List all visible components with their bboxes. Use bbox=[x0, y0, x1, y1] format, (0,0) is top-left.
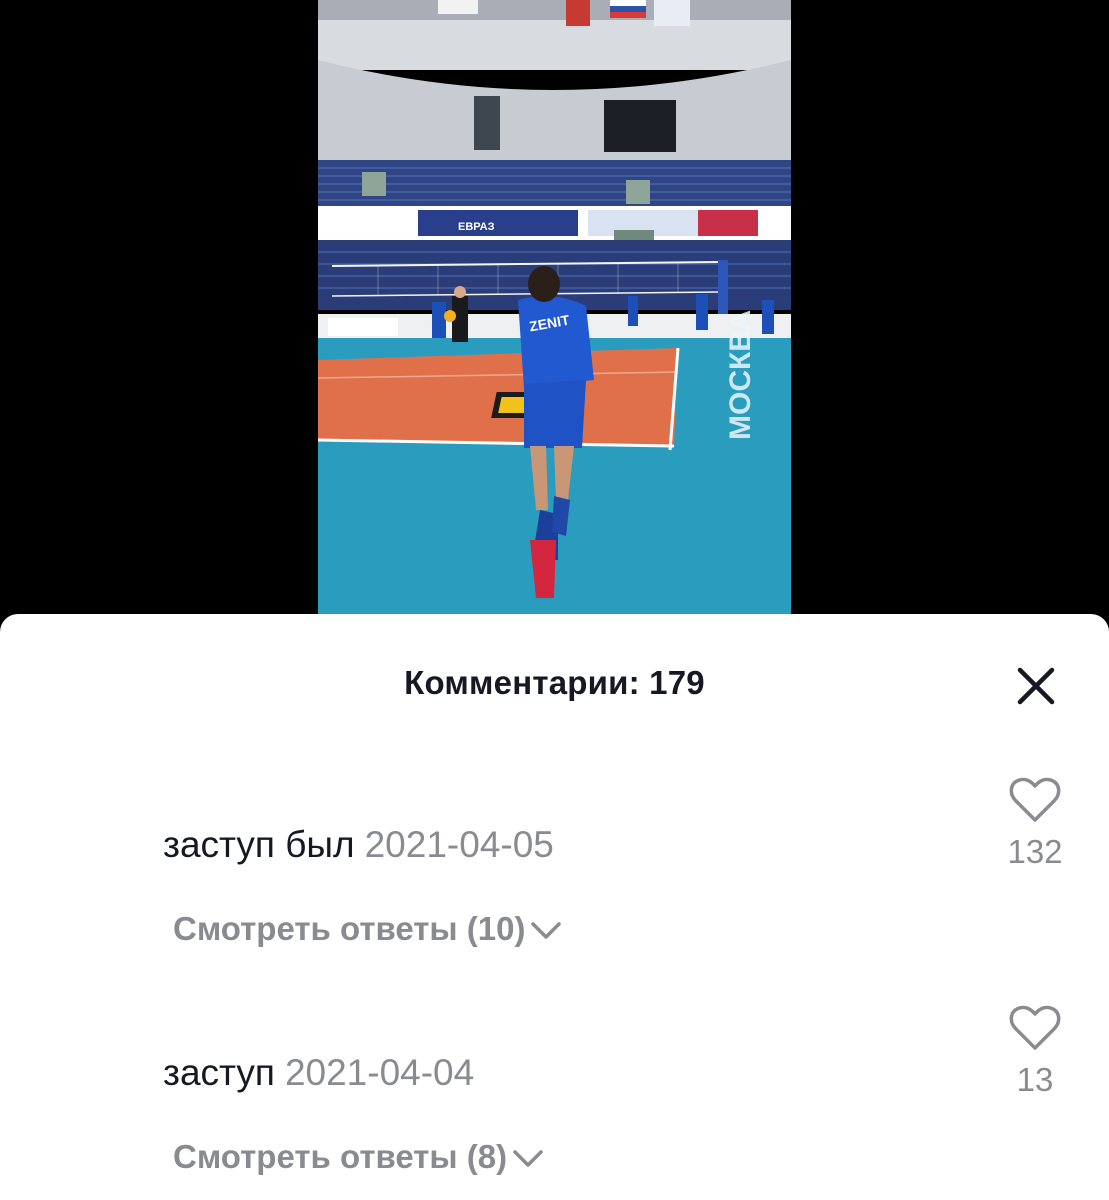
comment-text: заступ был bbox=[163, 824, 355, 865]
video-frame-image: ЕВРАЗ МОСКВА ZENIT bbox=[318, 0, 791, 614]
close-button[interactable] bbox=[1010, 660, 1062, 712]
view-replies-button[interactable]: Смотреть ответы (10) bbox=[173, 910, 563, 948]
like-count: 132 bbox=[1007, 833, 1063, 870]
like-count: 13 bbox=[1016, 1061, 1054, 1098]
comment-item: заступ был 2021-04-05 Смотреть ответы (10… bbox=[0, 777, 1109, 1024]
view-replies-label: Смотреть ответы (10) bbox=[173, 910, 526, 947]
chevron-down-icon bbox=[513, 1150, 543, 1168]
comments-panel: Комментарии: 179 заступ был 2021-04-05 См… bbox=[0, 614, 1109, 1200]
video-player[interactable]: ЕВРАЗ МОСКВА ZENIT bbox=[318, 0, 791, 614]
heart-icon bbox=[1009, 1005, 1061, 1050]
chevron-down-icon bbox=[531, 922, 562, 940]
close-icon bbox=[1017, 667, 1055, 705]
comment-text: заступ bbox=[163, 1052, 275, 1093]
video-area[interactable]: ЕВРАЗ МОСКВА ZENIT bbox=[0, 0, 1109, 640]
like-button[interactable]: 132 bbox=[995, 776, 1075, 871]
heart-icon bbox=[1009, 777, 1061, 822]
svg-text:ЕВРАЗ: ЕВРАЗ bbox=[458, 221, 495, 233]
view-replies-label: Смотреть ответы (8) bbox=[173, 1138, 508, 1175]
comment-date: 2021-04-05 bbox=[364, 824, 554, 865]
comment-item: заступ 2021-04-04 Смотреть ответы (8) 13 bbox=[0, 1005, 1109, 1200]
like-button[interactable]: 13 bbox=[995, 1004, 1075, 1099]
comment-date: 2021-04-04 bbox=[284, 1052, 475, 1093]
svg-text:МОСКВА: МОСКВА bbox=[724, 310, 757, 440]
comment-body: заступ был 2021-04-05 bbox=[163, 824, 554, 866]
view-replies-button[interactable]: Смотреть ответы (8) bbox=[173, 1138, 545, 1176]
comments-title: Комментарии: 179 bbox=[404, 664, 705, 701]
comment-body: заступ 2021-04-04 bbox=[163, 1052, 474, 1094]
